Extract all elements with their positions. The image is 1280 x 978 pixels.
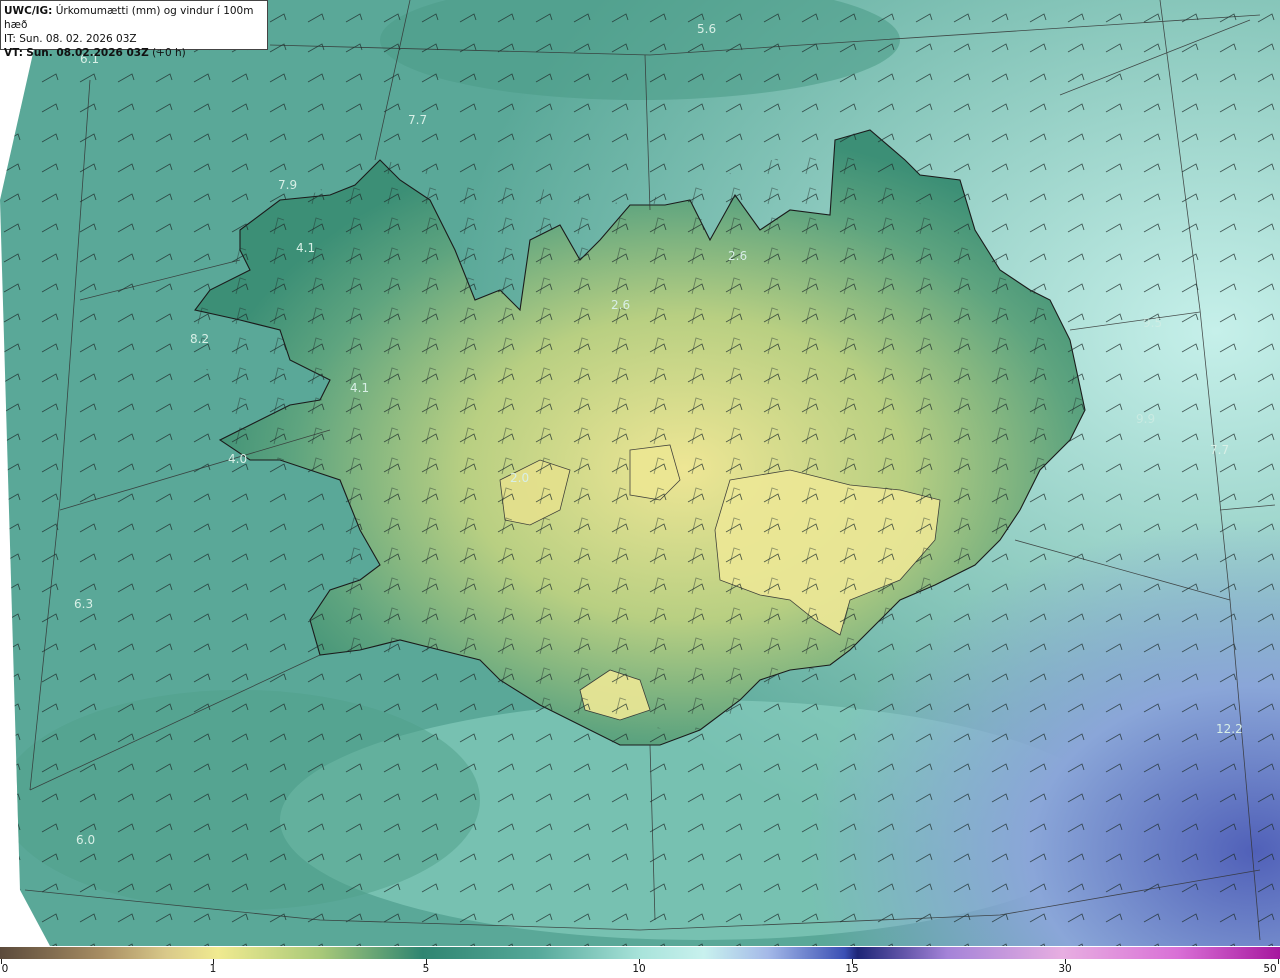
colorbar-label: 15	[845, 963, 859, 975]
value-label: 7.9	[278, 178, 297, 192]
map-info-box: UWC/IG: Úrkomumætti (mm) og vindur í 100…	[0, 0, 268, 59]
value-label: 4.1	[350, 381, 369, 395]
it-label: IT:	[4, 33, 16, 45]
colorbar-label: 50	[1263, 963, 1277, 975]
colorbar-tick	[1278, 959, 1279, 964]
precipitable-water-map[interactable]: 5.6 6.1 7.7 7.9 4.1 8.2 4.1 4.0 2.6 2.6 …	[0, 0, 1280, 946]
value-label: 7.7	[1210, 443, 1229, 457]
info-it-line: IT: Sun. 08. 02. 2026 03Z	[4, 32, 264, 46]
model-name: UWC/IG:	[4, 5, 53, 17]
info-title-line: UWC/IG: Úrkomumætti (mm) og vindur í 100…	[4, 4, 264, 32]
value-label: 2.0	[510, 471, 529, 485]
colorbar-label: 1	[209, 963, 217, 975]
colorbar-label: 5	[422, 963, 430, 975]
value-label: 9.5	[1143, 316, 1162, 330]
info-vt-line: VT: Sun. 08.02.2026 03Z (+0 h)	[4, 46, 264, 60]
colorbar-label: 0	[1, 963, 9, 975]
value-label: 5.6	[697, 22, 716, 36]
value-label: 12.2	[1216, 722, 1243, 736]
vt-label: VT:	[4, 47, 23, 59]
value-label: 2.6	[611, 298, 630, 312]
vt-offset: (+0 h)	[152, 47, 186, 59]
colorbar-label: 30	[1058, 963, 1072, 975]
value-label: 4.0	[228, 452, 247, 466]
value-label: 7.7	[408, 113, 427, 127]
colorbar-label: 10	[632, 963, 646, 975]
value-label: 4.1	[296, 241, 315, 255]
value-label: 8.2	[190, 332, 209, 346]
colorbar-gradient	[0, 947, 1280, 959]
value-label: 2.6	[728, 249, 747, 263]
value-label: 9.9	[1136, 412, 1155, 426]
value-label: 6.3	[74, 597, 93, 611]
colorbar: 0 1 5 10 15 30 50	[0, 946, 1280, 978]
vt-value: Sun. 08.02.2026 03Z	[26, 47, 149, 59]
value-label: 6.0	[76, 833, 95, 847]
it-value: Sun. 08. 02. 2026 03Z	[19, 33, 137, 45]
